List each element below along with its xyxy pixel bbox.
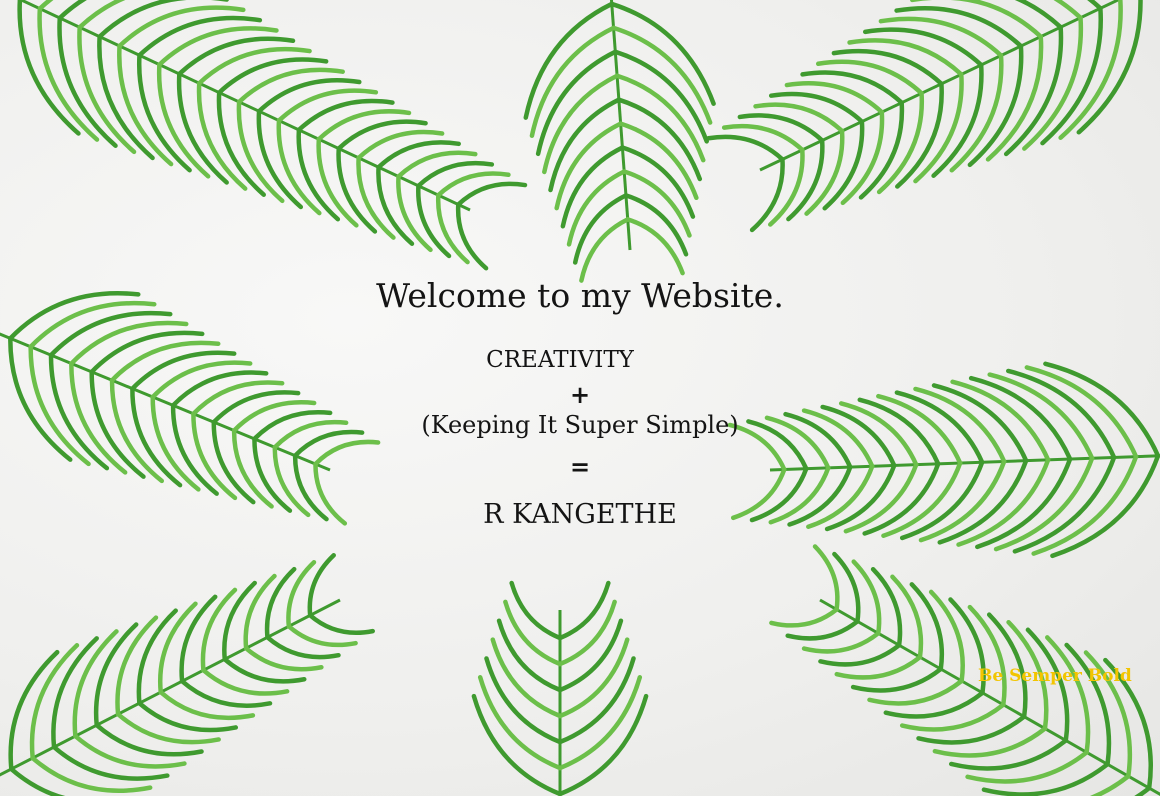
slogan-text: Be Semper Bold (978, 666, 1132, 686)
palm-frond-icon (0, 553, 375, 796)
plus-sign: + (569, 380, 591, 409)
creativity-line: CREATIVITY (486, 347, 634, 373)
welcome-heading: Welcome to my Website. (376, 276, 784, 315)
palm-frond-icon (523, 0, 716, 283)
equals-sign: = (569, 452, 591, 481)
palm-frond-icon (706, 0, 1143, 233)
palm-frond-icon (17, 0, 528, 271)
palm-frond-icon (471, 580, 649, 796)
keeping-it-simple-line: (Keeping It Super Simple) (421, 411, 739, 439)
author-name: R KANGETHE (483, 499, 677, 530)
